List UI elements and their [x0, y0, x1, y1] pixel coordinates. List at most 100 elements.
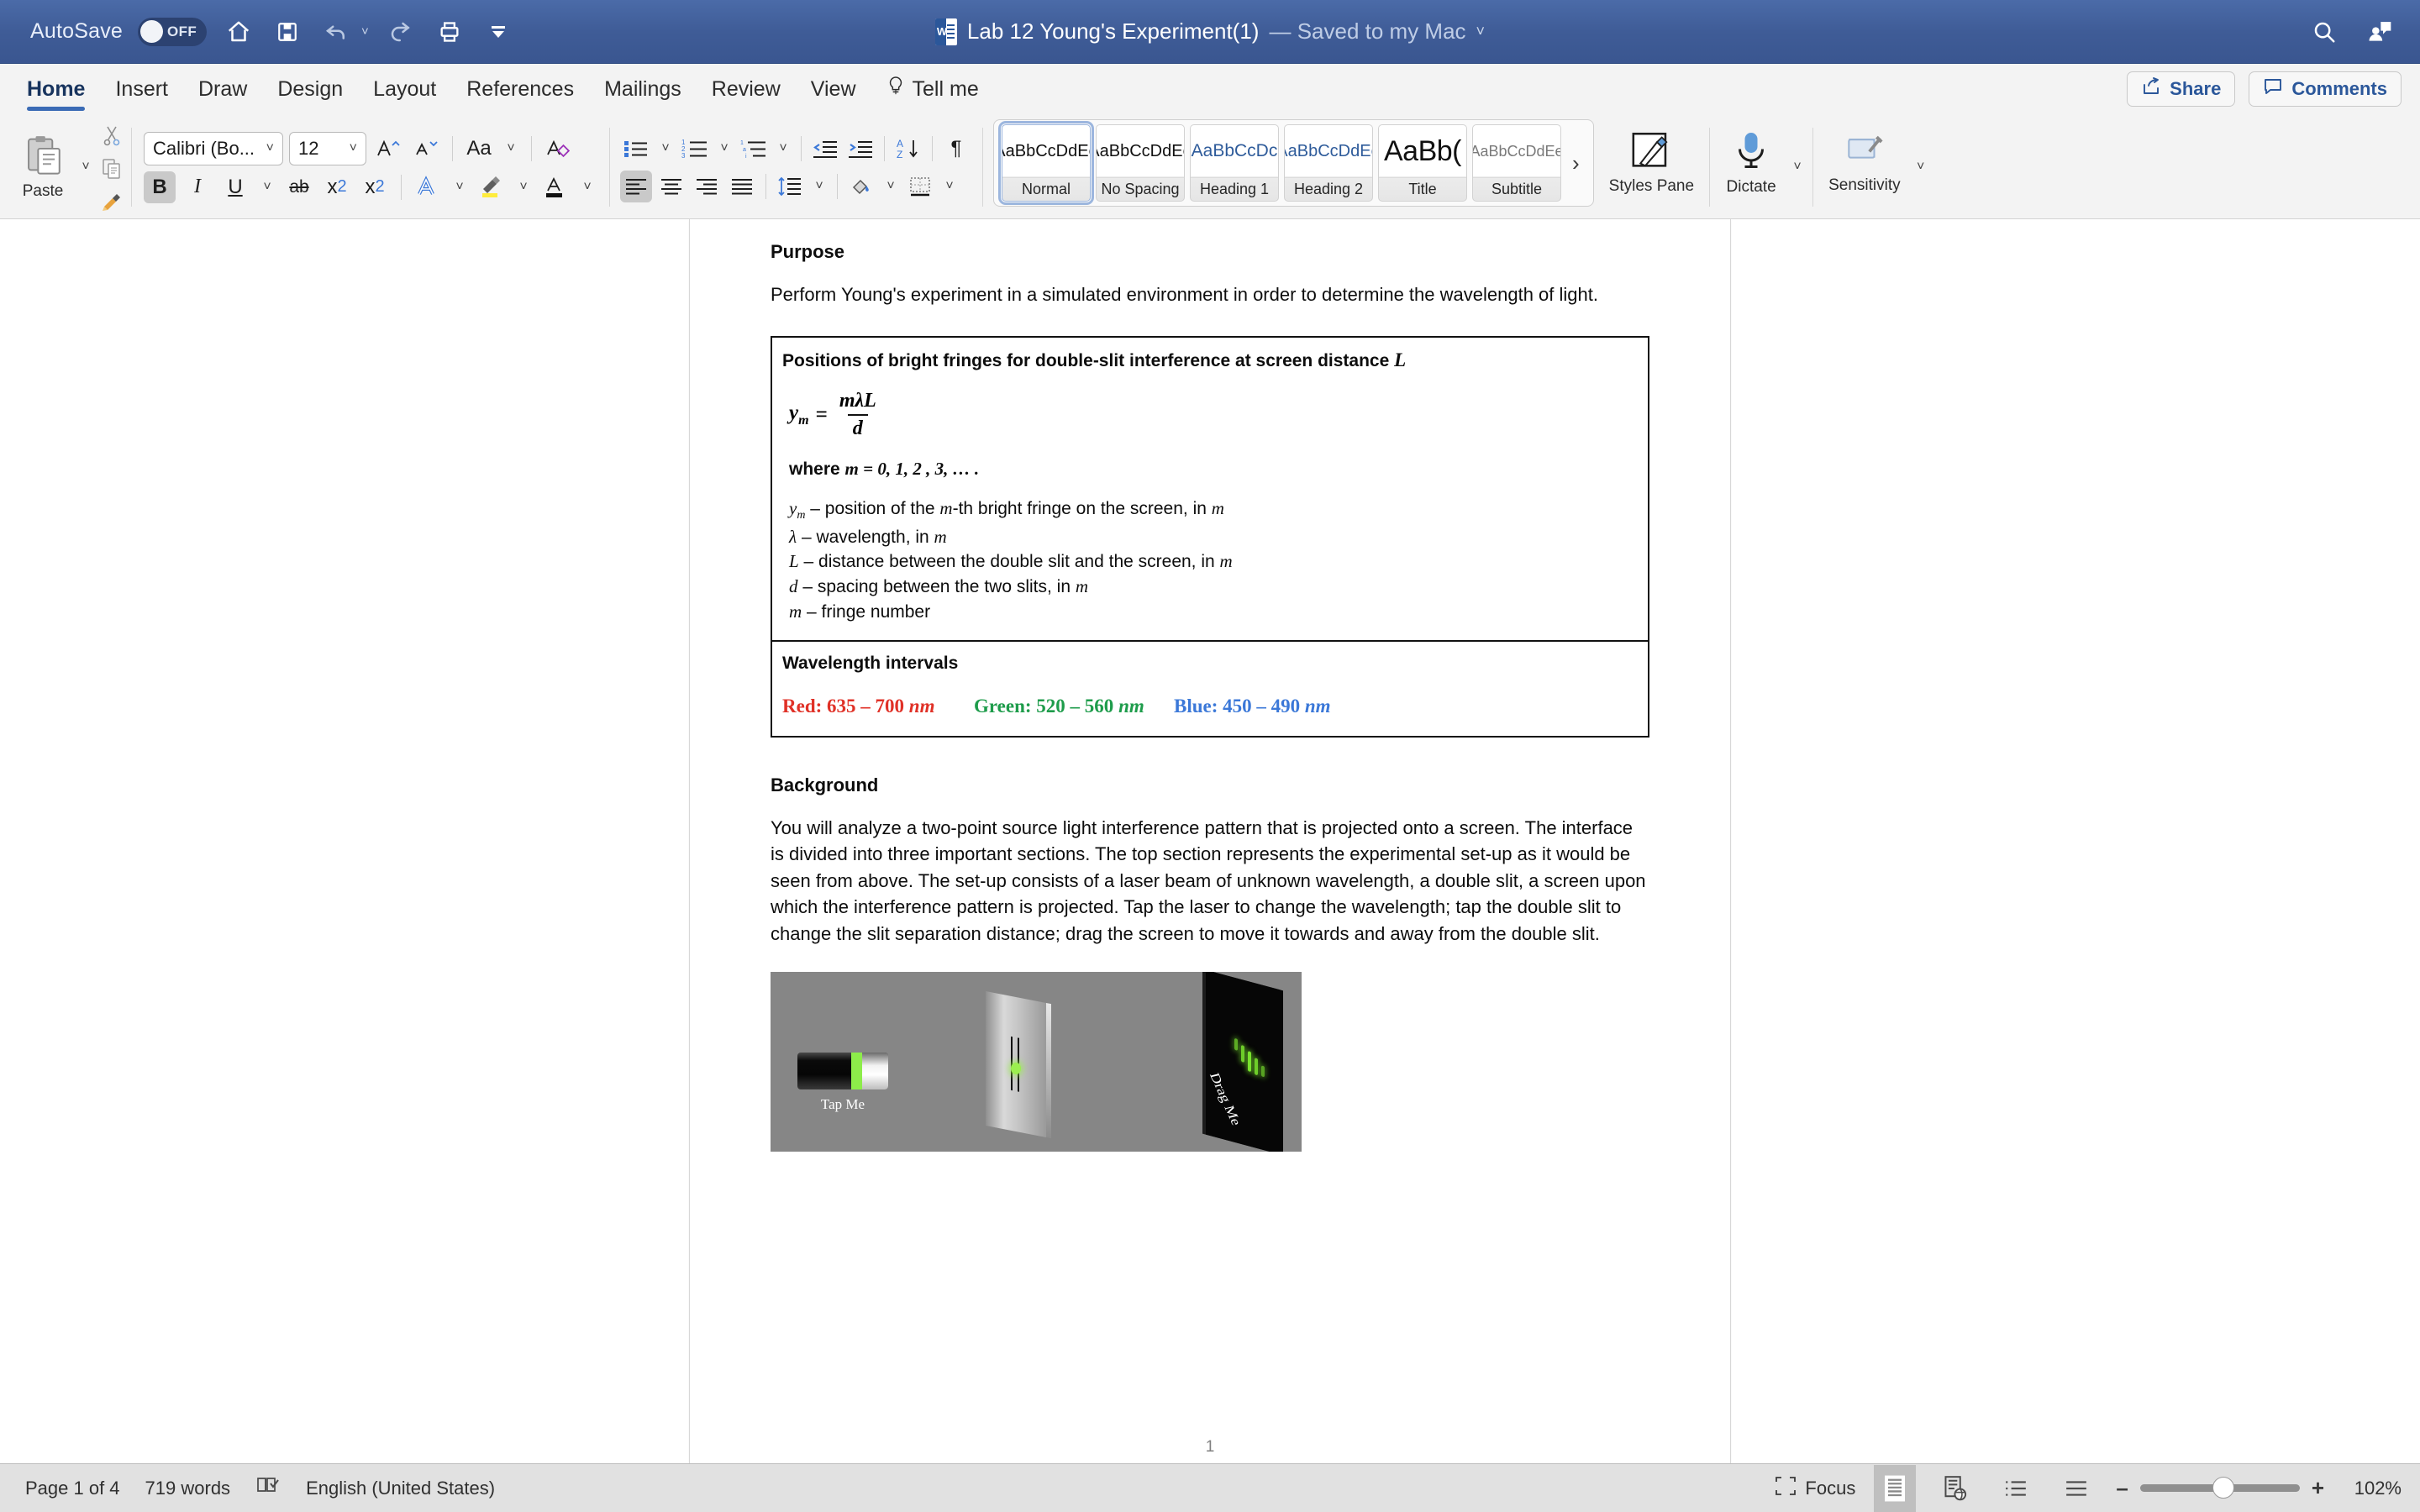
proofing-icon[interactable]: [255, 1475, 281, 1501]
tab-design[interactable]: Design: [262, 64, 358, 114]
font-color-icon[interactable]: [539, 171, 571, 203]
comments-button[interactable]: Comments: [2249, 71, 2402, 107]
copy-icon[interactable]: [97, 156, 126, 181]
page-indicator[interactable]: Page 1 of 4: [25, 1478, 120, 1499]
font-size-combo[interactable]: 12 ˅: [289, 131, 366, 165]
multilevel-list-icon[interactable]: 1ai: [738, 133, 770, 165]
decrease-indent-icon[interactable]: [809, 133, 841, 165]
text-effects-caret[interactable]: ˅: [450, 171, 470, 203]
borders-icon[interactable]: [904, 171, 936, 202]
align-right-button[interactable]: [691, 171, 723, 202]
paste-button[interactable]: Paste: [12, 125, 74, 209]
zoom-slider[interactable]: – +: [2116, 1475, 2324, 1501]
draft-view-button[interactable]: [2055, 1465, 2097, 1512]
home-icon[interactable]: [222, 15, 255, 49]
word-count[interactable]: 719 words: [145, 1478, 231, 1499]
tab-review[interactable]: Review: [697, 64, 796, 114]
underline-caret[interactable]: ˅: [257, 171, 277, 203]
increase-indent-icon[interactable]: [844, 133, 876, 165]
tab-references[interactable]: References: [451, 64, 589, 114]
print-icon[interactable]: [433, 15, 466, 49]
shrink-font-icon[interactable]: [410, 133, 442, 165]
bullets-caret[interactable]: ˅: [655, 133, 676, 165]
superscript-button[interactable]: x2: [359, 171, 391, 203]
style-card-no-spacing[interactable]: AaBbCcDdEe No Spacing: [1096, 124, 1185, 202]
subscript-button[interactable]: x2: [321, 171, 353, 203]
underline-button[interactable]: U: [219, 171, 251, 203]
language-indicator[interactable]: English (United States): [306, 1478, 495, 1499]
tab-insert[interactable]: Insert: [100, 64, 183, 114]
customize-toolbar-icon[interactable]: [481, 15, 515, 49]
zoom-in-button[interactable]: +: [2312, 1475, 2324, 1501]
tab-view[interactable]: View: [796, 64, 871, 114]
style-card-normal[interactable]: AaBbCcDdEe Normal: [998, 121, 1094, 205]
tab-layout[interactable]: Layout: [358, 64, 451, 114]
line-spacing-icon[interactable]: [774, 171, 806, 202]
dictate-button[interactable]: Dictate: [1715, 119, 1787, 207]
zoom-level[interactable]: 102%: [2343, 1478, 2402, 1499]
change-case-caret[interactable]: ˅: [501, 133, 521, 165]
borders-caret[interactable]: ˅: [939, 171, 960, 202]
bold-button[interactable]: B: [144, 171, 176, 203]
share-button[interactable]: Share: [2127, 71, 2236, 107]
shading-icon[interactable]: [845, 171, 877, 202]
multilevel-list-caret[interactable]: ˅: [773, 133, 793, 165]
sort-icon[interactable]: AZ: [892, 133, 924, 165]
show-formatting-marks-icon[interactable]: ¶: [940, 133, 972, 165]
bullets-icon[interactable]: [620, 133, 652, 165]
account-icon[interactable]: [2363, 15, 2396, 49]
paste-dropdown-caret[interactable]: ˅: [76, 151, 96, 183]
sensitivity-caret[interactable]: ˅: [1911, 151, 1931, 183]
outline-view-button[interactable]: [1995, 1465, 2037, 1512]
grow-font-icon[interactable]: [372, 133, 404, 165]
print-layout-view-button[interactable]: [1874, 1464, 1917, 1512]
justify-button[interactable]: [726, 171, 758, 202]
focus-button[interactable]: Focus: [1775, 1476, 1855, 1501]
highlight-caret[interactable]: ˅: [513, 171, 534, 203]
projection-screen[interactable]: Drag Me: [1206, 972, 1283, 1152]
style-card-heading-1[interactable]: AaBbCcDc Heading 1: [1190, 124, 1279, 202]
undo-icon[interactable]: [319, 15, 353, 49]
autosave-toggle[interactable]: OFF: [138, 17, 208, 46]
cut-icon[interactable]: [97, 123, 126, 149]
document-title[interactable]: Lab 12 Young's Experiment(1): [967, 18, 1260, 45]
format-painter-icon[interactable]: [97, 189, 126, 214]
style-card-subtitle[interactable]: AaBbCcDdEе Subtitle: [1472, 124, 1561, 202]
numbering-caret[interactable]: ˅: [714, 133, 734, 165]
zoom-out-button[interactable]: –: [2116, 1475, 2128, 1501]
highlight-icon[interactable]: [476, 171, 508, 203]
tab-mailings[interactable]: Mailings: [589, 64, 697, 114]
change-case-icon[interactable]: Aa: [463, 133, 495, 165]
styles-gallery-more-icon[interactable]: ›: [1564, 150, 1588, 176]
line-spacing-caret[interactable]: ˅: [809, 171, 829, 202]
redo-icon[interactable]: [384, 15, 418, 49]
undo-dropdown-caret[interactable]: ˅: [361, 24, 369, 39]
dictate-caret[interactable]: ˅: [1787, 151, 1807, 183]
styles-pane-button[interactable]: Styles Pane: [1599, 119, 1704, 207]
italic-button[interactable]: I: [182, 171, 213, 203]
document-page-1[interactable]: Purpose Perform Young's experiment in a …: [689, 219, 1731, 1463]
zoom-knob[interactable]: [2212, 1477, 2234, 1499]
chevron-down-icon[interactable]: ˅: [1476, 23, 1486, 40]
save-icon[interactable]: [271, 15, 304, 49]
sensitivity-button[interactable]: Sensitivity: [1818, 119, 1911, 207]
style-card-title[interactable]: AaBb( Title: [1378, 124, 1467, 202]
tab-home[interactable]: Home: [12, 64, 100, 114]
search-icon[interactable]: [2307, 15, 2341, 49]
shading-caret[interactable]: ˅: [881, 171, 901, 202]
align-center-button[interactable]: [655, 171, 687, 202]
font-name-combo[interactable]: Calibri (Bo... ˅: [144, 131, 283, 165]
align-left-button[interactable]: [620, 170, 652, 202]
strikethrough-button[interactable]: ab: [283, 171, 315, 203]
experiment-figure[interactable]: Tap Me Drag Me: [771, 972, 1302, 1152]
clear-formatting-icon[interactable]: [542, 133, 574, 165]
text-effects-icon[interactable]: [412, 171, 444, 203]
font-color-caret[interactable]: ˅: [577, 171, 597, 203]
tab-draw[interactable]: Draw: [183, 64, 262, 114]
document-canvas[interactable]: Purpose Perform Young's experiment in a …: [0, 219, 2420, 1463]
web-layout-view-button[interactable]: [1934, 1465, 1976, 1512]
zoom-track[interactable]: [2139, 1477, 2300, 1499]
tab-tell-me[interactable]: Tell me: [871, 64, 994, 114]
laser-graphic[interactable]: [797, 1053, 888, 1090]
style-card-heading-2[interactable]: AaBbCcDdEе Heading 2: [1284, 124, 1373, 202]
